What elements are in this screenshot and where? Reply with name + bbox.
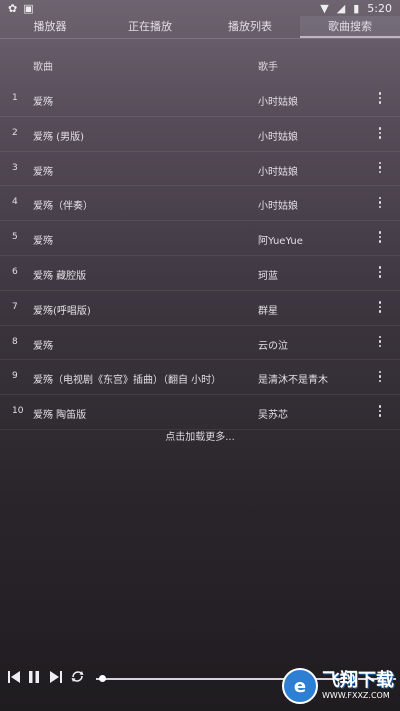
app-icon: ✿ — [8, 1, 18, 15]
song-number: 7 — [12, 301, 18, 312]
status-bar: ✿ ▣ ▼ ◢ ▮ 5:20 — [0, 0, 400, 16]
song-number: 3 — [12, 162, 18, 173]
watermark-url: WWW.FXXZ.COM — [322, 691, 390, 700]
pause-icon[interactable] — [27, 669, 41, 688]
song-title: 爱殇 (男版) — [33, 131, 84, 143]
song-number: 5 — [12, 232, 18, 243]
song-title: 爱殇 陶笛版 — [33, 410, 87, 422]
song-artist: 群星 — [258, 305, 278, 317]
song-artist: 小时姑娘 — [258, 97, 298, 108]
watermark-text: 飞翔下载 — [322, 670, 394, 691]
song-title: 爱殇(呼唱版) — [33, 305, 91, 317]
progress-knob[interactable] — [98, 675, 106, 682]
tab-now-playing[interactable]: 正在播放 — [100, 16, 200, 38]
more-options-icon[interactable] — [374, 334, 386, 350]
song-title: 爱殇 — [33, 236, 53, 248]
more-options-icon[interactable] — [374, 299, 386, 315]
song-row[interactable]: 10 爱殇 陶笛版 吴苏芯 — [0, 395, 400, 430]
previous-icon[interactable] — [7, 669, 21, 688]
more-options-icon[interactable] — [374, 125, 386, 141]
tab-player[interactable]: 播放器 — [0, 16, 100, 38]
song-row[interactable]: 5 爱殇 阿YueYue — [0, 221, 400, 256]
watermark: e 飞翔下载 WWW.FXXZ.COM — [282, 666, 394, 706]
song-row[interactable]: 9 爱殇（电视剧《东宫》插曲）（翻自 小时） 是清沐不是青木 — [0, 360, 400, 396]
next-icon[interactable] — [49, 669, 63, 688]
song-number: 9 — [12, 371, 18, 382]
more-options-icon[interactable] — [374, 229, 386, 245]
watermark-logo-icon: e — [282, 668, 318, 704]
song-row[interactable]: 2 爱殇 (男版) 小时姑娘 — [0, 117, 400, 152]
more-options-icon[interactable] — [374, 194, 386, 210]
song-artist: 是清沐不是青木 — [258, 375, 328, 387]
load-more-button[interactable]: 点击加载更多... — [0, 428, 400, 452]
song-artist: 阿YueYue — [258, 236, 303, 248]
repeat-icon[interactable] — [70, 669, 85, 688]
song-title: 爱殇（伴奏） — [33, 201, 93, 213]
song-artist: 小时姑娘 — [258, 131, 298, 143]
song-number: 8 — [12, 336, 18, 347]
more-options-icon[interactable] — [374, 264, 386, 280]
column-header-title: 歌曲 — [33, 62, 53, 73]
song-row[interactable]: 6 爱殇 藏腔版 珂蓝 — [0, 256, 400, 291]
song-artist: 小时姑娘 — [258, 166, 298, 178]
song-row[interactable]: 4 爱殇（伴奏） 小时姑娘 — [0, 186, 400, 222]
signal-icon: ◢ — [336, 1, 346, 15]
song-number: 1 — [12, 93, 18, 103]
song-list: 1 爱殇 小时姑娘 2 爱殇 (男版) 小时姑娘 3 爱殇 小时姑娘 4 爱殇（… — [0, 82, 400, 430]
more-options-icon[interactable] — [374, 160, 386, 176]
song-title: 爱殇 — [33, 166, 53, 178]
column-header-artist: 歌手 — [258, 62, 278, 73]
song-title: 爱殇 — [33, 340, 53, 352]
song-row[interactable]: 8 爱殇 云の泣 — [0, 326, 400, 361]
status-time: 5:20 — [367, 1, 392, 15]
song-artist: 吴苏芯 — [258, 410, 288, 422]
tab-playlist[interactable]: 播放列表 — [200, 16, 300, 38]
song-title: 爱殇 — [33, 97, 53, 108]
more-options-icon[interactable] — [374, 368, 386, 384]
song-row[interactable]: 1 爱殇 小时姑娘 — [0, 82, 400, 117]
tab-song-search[interactable]: 歌曲搜索 — [300, 16, 400, 38]
song-artist: 云の泣 — [258, 340, 288, 352]
more-options-icon[interactable] — [374, 403, 386, 419]
song-artist: 珂蓝 — [258, 270, 278, 282]
song-row[interactable]: 7 爱殇(呼唱版) 群星 — [0, 291, 400, 326]
song-number: 6 — [12, 266, 18, 277]
list-header: 歌曲 歌手 — [0, 58, 400, 74]
wifi-icon: ▼ — [320, 1, 329, 15]
song-row[interactable]: 3 爱殇 小时姑娘 — [0, 152, 400, 187]
tab-bar: 播放器 正在播放 播放列表 歌曲搜索 — [0, 16, 400, 39]
more-options-icon[interactable] — [374, 90, 386, 106]
battery-icon: ▮ — [353, 1, 360, 15]
song-number: 2 — [12, 127, 18, 138]
song-title: 爱殇（电视剧《东宫》插曲）（翻自 小时） — [33, 375, 222, 387]
song-artist: 小时姑娘 — [258, 201, 298, 213]
song-title: 爱殇 藏腔版 — [33, 270, 87, 282]
notification-icon: ▣ — [23, 1, 34, 15]
song-number: 4 — [12, 197, 18, 208]
song-number: 10 — [12, 406, 24, 417]
